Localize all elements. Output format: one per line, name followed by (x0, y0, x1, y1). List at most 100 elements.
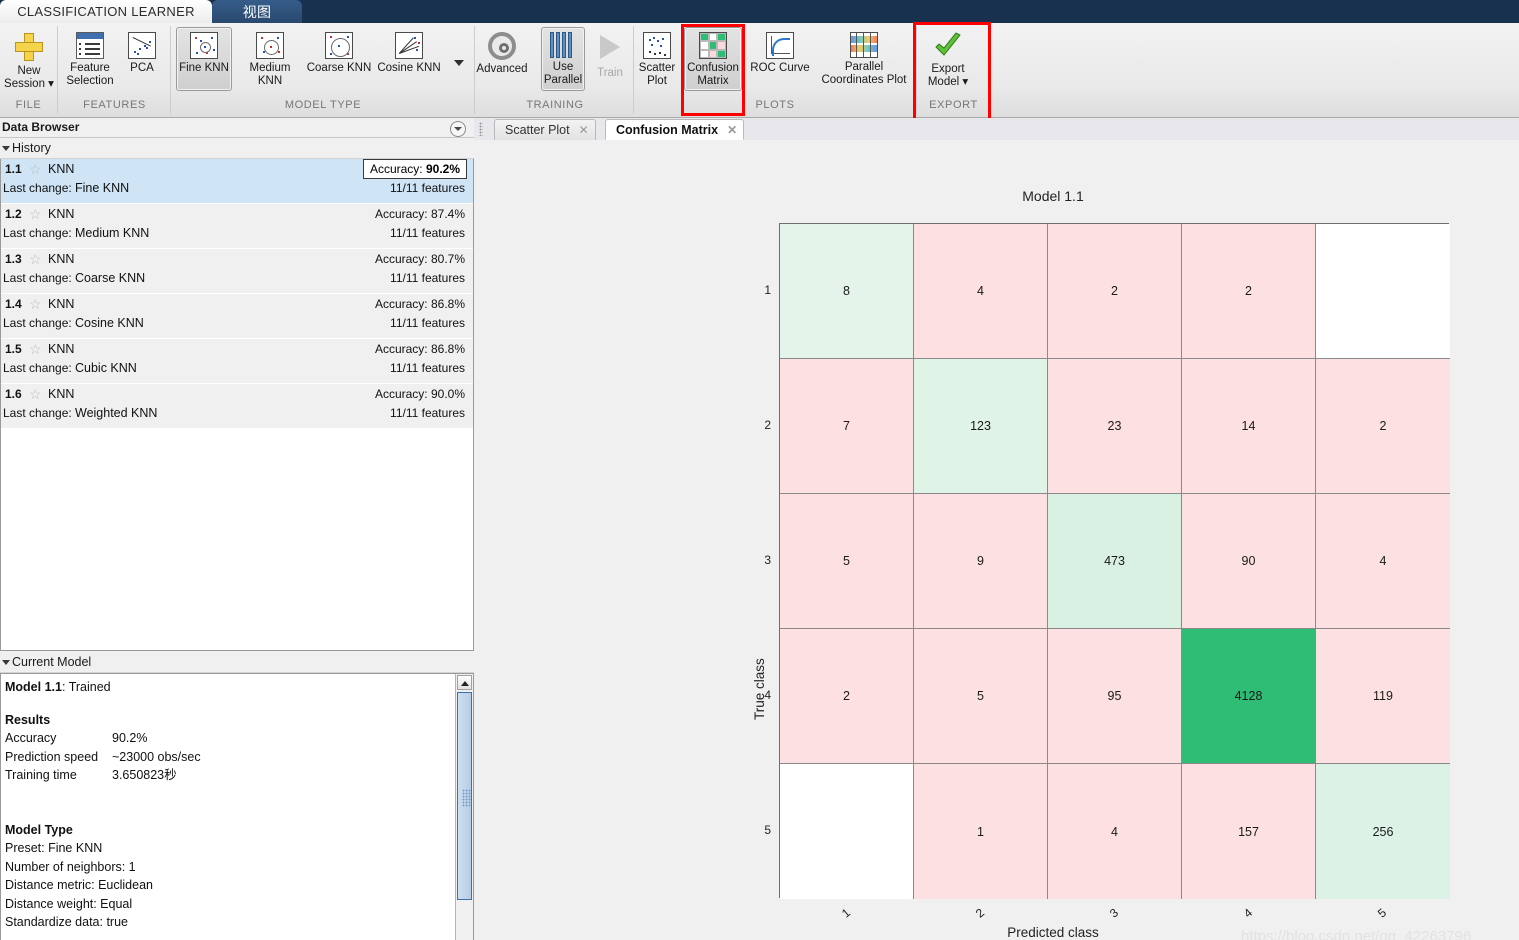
pca-button[interactable]: PCA (120, 27, 164, 91)
confusion-cell[interactable]: 23 (1048, 359, 1182, 494)
feature-selection-button[interactable]: Feature Selection (62, 27, 118, 91)
star-icon[interactable]: ☆ (29, 163, 42, 176)
y-axis-tick: 5 (745, 823, 771, 837)
panel-options-icon[interactable] (450, 121, 466, 137)
current-model-section-header[interactable]: Current Model (0, 652, 474, 673)
confusion-cell[interactable]: 1 (914, 764, 1048, 899)
export-model-button[interactable]: Export Model ▾ (920, 27, 976, 91)
roc-curve-button[interactable]: ROC Curve (746, 27, 814, 91)
x-axis-tick: 3 (1103, 902, 1124, 923)
close-icon[interactable]: ✕ (579, 123, 589, 137)
ribbon-tab-classification-learner[interactable]: CLASSIFICATION LEARNER (0, 0, 212, 23)
x-axis-tick: 1 (835, 902, 856, 923)
history-item-model: KNN (48, 252, 74, 266)
confusion-cell[interactable]: 256 (1316, 764, 1450, 899)
ribbon-tab-view[interactable]: 视图 (212, 0, 302, 23)
star-icon[interactable]: ☆ (29, 343, 42, 356)
model-type-cosine-knn-button[interactable]: Cosine KNN (375, 27, 443, 91)
history-item-1-5[interactable]: 1.5☆KNNLast change:Cubic KNNAccuracy: 86… (1, 339, 473, 384)
confusion-matrix-grid[interactable]: 8422712323142594739042595412811914157256 (779, 223, 1449, 898)
star-icon[interactable]: ☆ (29, 253, 42, 266)
model-type-fine-knn-button[interactable]: Fine KNN (176, 27, 232, 91)
confusion-cell[interactable]: 473 (1048, 494, 1182, 629)
model-type-medium-knn-button[interactable]: Medium KNN (240, 27, 300, 91)
ribbon-toolbar: New Session ▾ FILE Feature Selection (0, 23, 1519, 118)
history-item-1-4[interactable]: 1.4☆KNNLast change:Cosine KNNAccuracy: 8… (1, 294, 473, 339)
history-item-1-6[interactable]: 1.6☆KNNLast change:Weighted KNNAccuracy:… (1, 384, 473, 429)
history-item-accuracy: Accuracy: 86.8% (375, 342, 465, 356)
confusion-cell[interactable]: 9 (914, 494, 1048, 629)
chevron-down-icon[interactable]: ▾ (48, 78, 54, 90)
confusion-cell[interactable]: 2 (1316, 359, 1450, 494)
history-item-features: 11/11 features (390, 316, 465, 330)
confusion-cell-value: 5 (843, 554, 850, 568)
confusion-cell[interactable]: 119 (1316, 629, 1450, 764)
star-icon[interactable]: ☆ (29, 298, 42, 311)
confusion-cell[interactable]: 4 (1048, 764, 1182, 899)
chevron-down-icon[interactable]: ▾ (962, 76, 968, 88)
tab-confusion-matrix[interactable]: Confusion Matrix ✕ (605, 119, 744, 140)
confusion-cell[interactable]: 157 (1182, 764, 1316, 899)
confusion-cell[interactable]: 5 (914, 629, 1048, 764)
new-session-button[interactable]: New Session ▾ (2, 27, 56, 91)
scroll-up-icon[interactable] (457, 675, 472, 690)
confusion-cell[interactable]: 14 (1182, 359, 1316, 494)
history-section-header[interactable]: History (0, 138, 474, 159)
tab-scatter-plot[interactable]: Scatter Plot ✕ (494, 119, 596, 140)
confusion-cell[interactable]: 4128 (1182, 629, 1316, 764)
confusion-cell[interactable]: 2 (780, 629, 914, 764)
history-item-index: 1.3 (5, 252, 22, 266)
parallel-coordinates-label-line2: Coordinates Plot (821, 74, 906, 86)
history-item-1-3[interactable]: 1.3☆KNNLast change:Coarse KNNAccuracy: 8… (1, 249, 473, 294)
plus-icon (14, 32, 44, 62)
confusion-matrix-button[interactable]: Confusion Matrix (684, 27, 742, 91)
result-value: 3.650823秒 (112, 766, 177, 785)
model-type-gallery-expand-button[interactable] (448, 47, 470, 71)
cosine-knn-label: Cosine KNN (377, 62, 440, 74)
confusion-cell[interactable]: 7 (780, 359, 914, 494)
ribbon-tab-label: CLASSIFICATION LEARNER (17, 4, 195, 19)
tab-label: Scatter Plot (505, 123, 570, 137)
confusion-cell-value: 4128 (1235, 689, 1263, 703)
confusion-cell[interactable]: 95 (1048, 629, 1182, 764)
confusion-cell[interactable]: 4 (1316, 494, 1450, 629)
history-item-features: 11/11 features (390, 226, 465, 240)
confusion-cell[interactable]: 2 (1048, 224, 1182, 359)
history-item-last-change-label: Last change: (3, 316, 72, 330)
confusion-cell[interactable]: 8 (780, 224, 914, 359)
confusion-cell[interactable]: 123 (914, 359, 1048, 494)
history-item-model: KNN (48, 387, 74, 401)
confusion-cell[interactable] (1316, 224, 1450, 359)
confusion-cell[interactable]: 4 (914, 224, 1048, 359)
history-list[interactable]: 1.1☆KNNLast change:Fine KNNAccuracy: 90.… (0, 159, 474, 651)
result-row: Accuracy90.2% (5, 729, 451, 748)
scrollbar-thumb[interactable] (457, 692, 472, 900)
history-item-index: 1.2 (5, 207, 22, 221)
model-type-line: Standardize data: true (5, 913, 451, 932)
data-browser-title: Data Browser (2, 120, 79, 134)
scatter-plot-button[interactable]: Scatter Plot (634, 27, 680, 91)
train-button[interactable]: Train (589, 27, 631, 91)
current-model-scrollbar[interactable] (455, 674, 473, 940)
advanced-button[interactable]: Advanced (477, 27, 527, 91)
advanced-label: Advanced (476, 63, 527, 75)
use-parallel-button[interactable]: Use Parallel (541, 27, 585, 91)
y-axis-tick: 2 (745, 418, 771, 432)
confusion-cell-value: 14 (1242, 419, 1256, 433)
confusion-cell[interactable]: 5 (780, 494, 914, 629)
confusion-cell[interactable] (780, 764, 914, 899)
confusion-cell[interactable]: 90 (1182, 494, 1316, 629)
history-item-last-change-value: Cubic KNN (75, 361, 137, 375)
confusion-cell[interactable]: 2 (1182, 224, 1316, 359)
result-row: Training time3.650823秒 (5, 766, 451, 785)
parallel-coordinates-plot-button[interactable]: Parallel Coordinates Plot (815, 27, 913, 91)
model-type-coarse-knn-button[interactable]: Coarse KNN (305, 27, 373, 91)
history-item-1-2[interactable]: 1.2☆KNNLast change:Medium KNNAccuracy: 8… (1, 204, 473, 249)
star-icon[interactable]: ☆ (29, 208, 42, 221)
history-item-index: 1.1 (5, 162, 22, 176)
star-icon[interactable]: ☆ (29, 388, 42, 401)
x-axis-tick: 2 (969, 902, 990, 923)
close-icon[interactable]: ✕ (727, 123, 737, 137)
history-item-1-1[interactable]: 1.1☆KNNLast change:Fine KNNAccuracy: 90.… (1, 159, 473, 204)
tab-strip-grip-icon[interactable] (479, 122, 483, 136)
